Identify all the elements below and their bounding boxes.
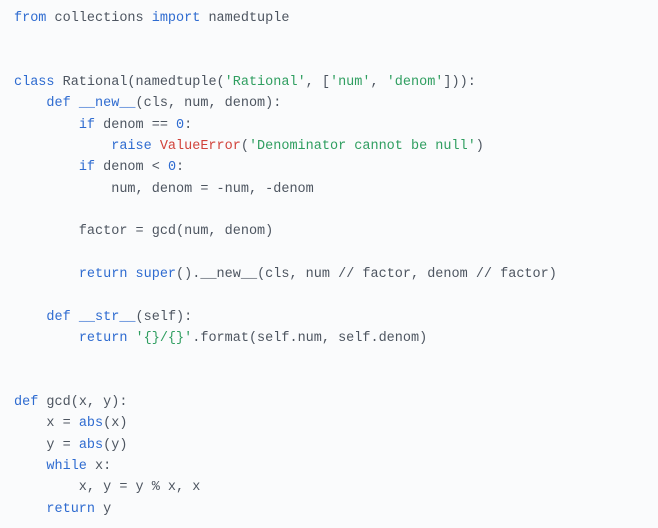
code-token: abs [79, 416, 103, 431]
code-token: def [46, 96, 78, 111]
code-token: return [46, 502, 103, 517]
code-token [14, 310, 46, 325]
code-token: if [79, 160, 103, 175]
code-line: while x: [14, 459, 111, 474]
code-block: from collections import namedtuple class… [14, 8, 644, 520]
code-token: y [103, 502, 111, 517]
code-token: namedtuple [136, 75, 217, 90]
code-line: num, denom = -num, -denom [14, 182, 314, 197]
code-token: (y) [103, 438, 127, 453]
code-token: namedtuple [208, 11, 289, 26]
code-token: return [79, 331, 136, 346]
code-token: ): [265, 96, 281, 111]
code-token: while [46, 459, 95, 474]
code-token: abs [79, 438, 103, 453]
code-line: if denom == 0: [14, 118, 192, 133]
code-token: raise [111, 139, 160, 154]
code-token: 'Denominator cannot be null' [249, 139, 476, 154]
code-token: gcd [46, 395, 70, 410]
code-token: x: [95, 459, 111, 474]
code-token: ): [176, 310, 192, 325]
code-token: : [184, 118, 192, 133]
code-token: ( [136, 310, 144, 325]
code-token: self [144, 310, 176, 325]
code-token: , [ [306, 75, 330, 90]
code-line: return '{}/{}'.format(self.num, self.den… [14, 331, 427, 346]
code-token: import [152, 11, 209, 26]
code-token: return [79, 267, 136, 282]
code-token: __new__ [200, 267, 257, 282]
code-token [14, 331, 79, 346]
code-line: x = abs(x) [14, 416, 127, 431]
code-line: from collections import namedtuple [14, 11, 289, 26]
code-token: ValueError [160, 139, 241, 154]
code-line: raise ValueError('Denominator cannot be … [14, 139, 484, 154]
code-line: def __new__(cls, num, denom): [14, 96, 281, 111]
code-token: : [176, 160, 184, 175]
code-token: , [371, 75, 387, 90]
code-token: x = [14, 416, 79, 431]
code-token [14, 267, 79, 282]
code-line: return y [14, 502, 111, 517]
code-token: class [14, 75, 63, 90]
code-token: if [79, 118, 103, 133]
code-token: (). [176, 267, 200, 282]
code-line: return super().__new__(cls, num // facto… [14, 267, 557, 282]
code-token: 'num' [330, 75, 371, 90]
code-token: ( [217, 75, 225, 90]
code-token: __new__ [79, 96, 136, 111]
code-token: (cls, num // factor, denom // factor) [257, 267, 557, 282]
code-token: from [14, 11, 55, 26]
code-token [14, 502, 46, 517]
code-token: y = [14, 438, 79, 453]
code-token: factor = gcd(num, denom) [14, 224, 273, 239]
code-token: denom < [103, 160, 168, 175]
code-token: .format(self.num, self.denom) [192, 331, 427, 346]
code-token: 'Rational' [225, 75, 306, 90]
code-token [14, 96, 46, 111]
code-line: def gcd(x, y): [14, 395, 127, 410]
code-line: factor = gcd(num, denom) [14, 224, 273, 239]
code-token [14, 118, 79, 133]
code-token: 0 [176, 118, 184, 133]
code-token: super [136, 267, 177, 282]
code-token: (x, y): [71, 395, 128, 410]
code-line: def __str__(self): [14, 310, 192, 325]
code-token [14, 459, 46, 474]
code-token: ( [127, 75, 135, 90]
code-token: cls, num, denom [144, 96, 266, 111]
code-token: (x) [103, 416, 127, 431]
code-token: def [46, 310, 78, 325]
code-token: 0 [168, 160, 176, 175]
code-token [14, 160, 79, 175]
code-token: num, denom = -num, -denom [14, 182, 314, 197]
code-token: denom == [103, 118, 176, 133]
code-token: 'denom' [387, 75, 444, 90]
code-token: collections [55, 11, 152, 26]
code-line: class Rational(namedtuple('Rational', ['… [14, 75, 476, 90]
code-token: '{}/{}' [136, 331, 193, 346]
code-token: def [14, 395, 46, 410]
code-token: ])): [443, 75, 475, 90]
code-line: y = abs(y) [14, 438, 127, 453]
code-token: x, y = y % x, x [14, 480, 200, 495]
code-token: __str__ [79, 310, 136, 325]
code-token: ( [136, 96, 144, 111]
code-token: Rational [63, 75, 128, 90]
code-token [14, 139, 111, 154]
code-line: if denom < 0: [14, 160, 184, 175]
code-line: x, y = y % x, x [14, 480, 200, 495]
code-token: ( [241, 139, 249, 154]
code-token: ) [476, 139, 484, 154]
